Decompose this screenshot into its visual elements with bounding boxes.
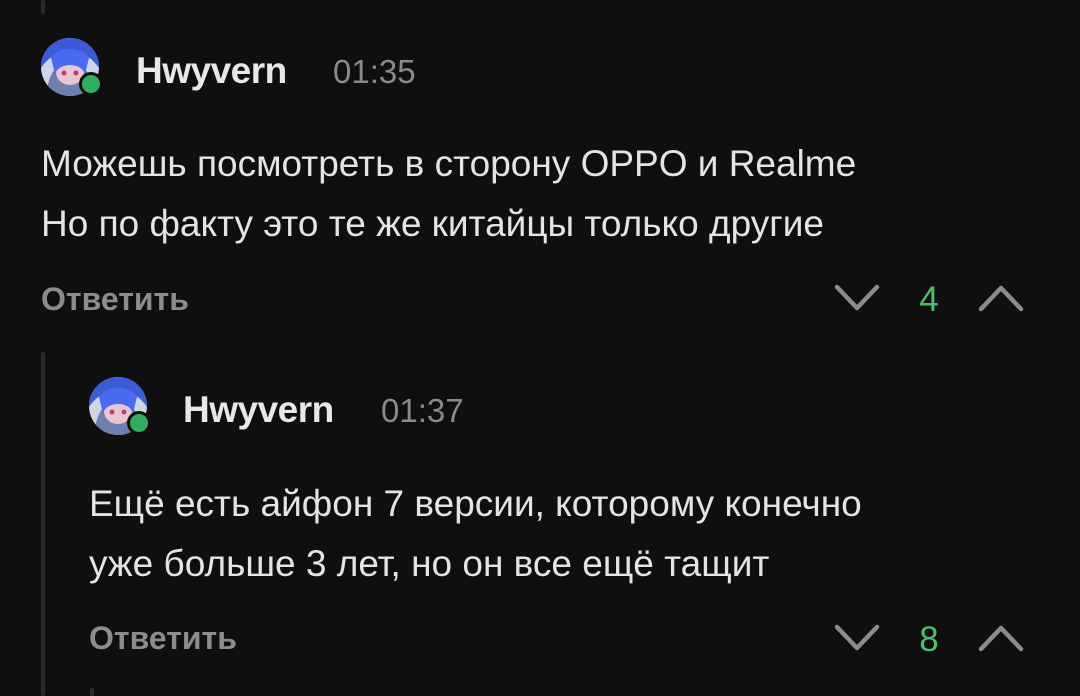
online-status-dot: [127, 411, 151, 435]
chevron-up-icon: [978, 625, 1024, 652]
chevron-down-icon: [834, 624, 880, 651]
comment-time: 01:37: [381, 392, 464, 429]
avatar[interactable]: [89, 377, 151, 435]
comment-reply: Hwyvern 01:37 Ещё есть айфон 7 версии, к…: [0, 0, 1080, 696]
reply-button[interactable]: Ответить: [89, 620, 237, 657]
comment-text: Ещё есть айфон 7 версии, которому конечн…: [89, 474, 862, 594]
comment-text-line: Ещё есть айфон 7 версии, которому конечн…: [89, 483, 862, 524]
comment-text-line: уже больше 3 лет, но он все ещё тащит: [89, 543, 770, 584]
vote-down-button[interactable]: [834, 623, 880, 653]
rating-value: 8: [919, 620, 939, 659]
author-name[interactable]: Hwyvern: [183, 389, 334, 431]
vote-up-button[interactable]: [978, 623, 1024, 653]
